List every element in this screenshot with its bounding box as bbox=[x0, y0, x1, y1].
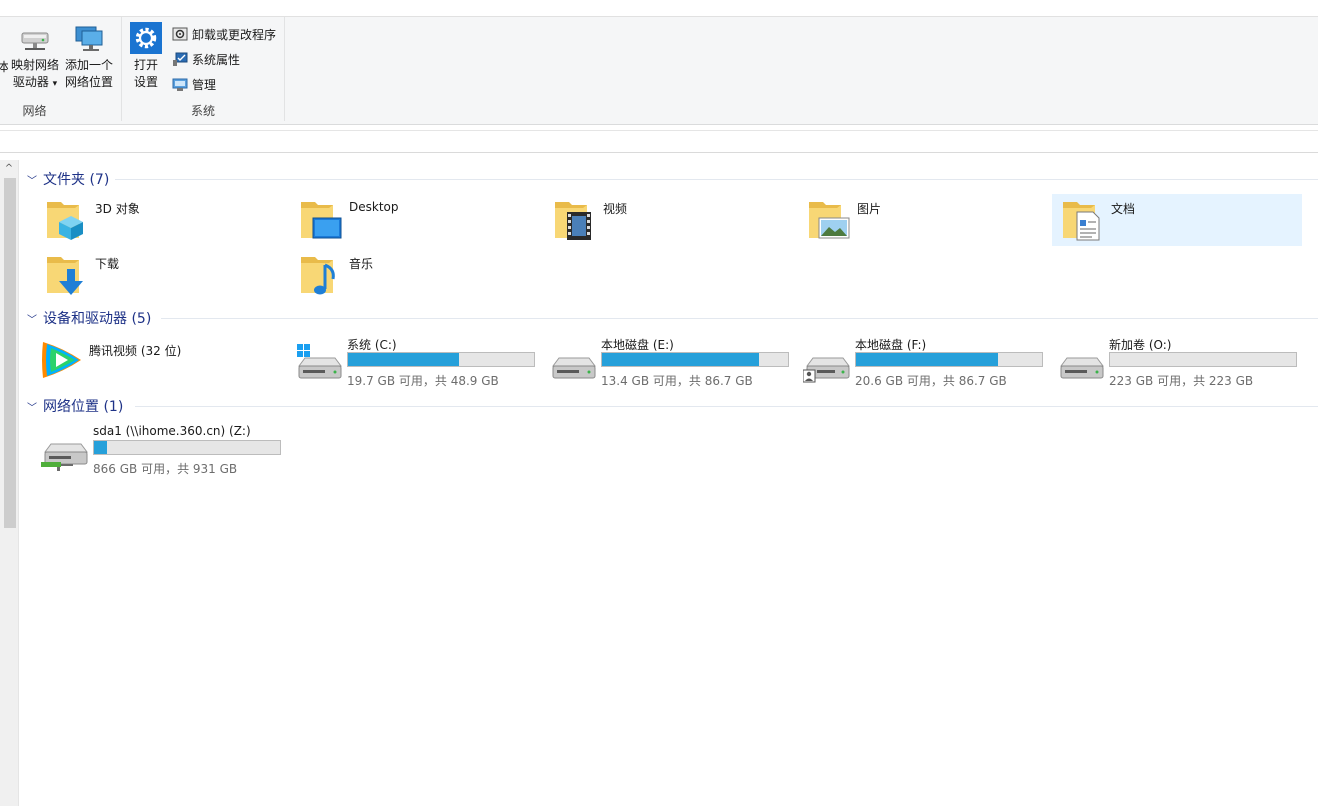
hard-drive-icon bbox=[1060, 357, 1104, 379]
drive-item-tencent-video[interactable]: 腾讯视频 (32 位) bbox=[37, 336, 291, 388]
music-folder-icon bbox=[297, 249, 345, 297]
folder-label: 音乐 bbox=[349, 257, 374, 271]
ribbon-group-system: 打开 设置 卸载或更改程序 系统属性 管理 系统 bbox=[122, 17, 285, 121]
hard-drive-user-icon bbox=[803, 357, 850, 383]
system-properties-icon bbox=[173, 52, 188, 66]
open-settings-line1: 打开 bbox=[133, 58, 158, 72]
drive-usage-fill bbox=[856, 353, 998, 366]
downloads-folder-icon bbox=[43, 249, 91, 297]
gear-icon bbox=[130, 22, 162, 54]
scroll-up-icon[interactable]: ^ bbox=[3, 163, 15, 175]
system-properties-button[interactable]: 系统属性 bbox=[172, 48, 240, 70]
pictures-folder-icon bbox=[805, 194, 853, 242]
hard-drive-icon bbox=[552, 357, 596, 379]
add-network-location-button[interactable]: 添加一个 网络位置 bbox=[62, 21, 116, 91]
ribbon-cut-label: 本 bbox=[0, 60, 8, 74]
drive-usage-bar bbox=[347, 352, 535, 367]
network-drive-icon bbox=[41, 443, 88, 471]
manage-icon bbox=[172, 78, 188, 91]
network-location-icon bbox=[75, 26, 103, 51]
drive-item-c[interactable]: 系统 (C:) 19.7 GB 可用，共 48.9 GB bbox=[295, 336, 549, 388]
address-bar-area bbox=[0, 125, 1318, 153]
map-drive-line1: 映射网络 bbox=[10, 58, 59, 72]
drive-usage-bar bbox=[601, 352, 789, 367]
chevron-down-icon[interactable]: ﹀ bbox=[27, 311, 41, 326]
drive-usage-bar bbox=[1109, 352, 1297, 367]
documents-folder-icon bbox=[1059, 194, 1107, 242]
chevron-down-icon: ▾ bbox=[52, 79, 58, 89]
manage-button[interactable]: 管理 bbox=[172, 73, 216, 95]
windows-drive-icon bbox=[297, 344, 342, 379]
open-settings-line2: 设置 bbox=[133, 75, 158, 89]
folder-label: 文档 bbox=[1111, 202, 1136, 216]
uninstall-icon bbox=[172, 27, 188, 41]
folder-label: 下载 bbox=[95, 257, 120, 271]
open-settings-button[interactable]: 打开 设置 bbox=[128, 21, 164, 91]
network-drive-item-z[interactable]: sda1 (\\ihome.360.cn) (Z:) 866 GB 可用，共 9… bbox=[41, 424, 295, 476]
folder-item-videos[interactable]: 视频 bbox=[551, 194, 801, 246]
chevron-down-icon[interactable]: ﹀ bbox=[27, 172, 41, 187]
section-folders[interactable]: ﹀ 文件夹 (7) bbox=[27, 169, 109, 189]
add-location-line1: 添加一个 bbox=[64, 58, 113, 72]
section-network-locations[interactable]: ﹀ 网络位置 (1) bbox=[27, 396, 123, 416]
drive-name: 新加卷 (O:) bbox=[1109, 338, 1172, 352]
map-drive-line2: 驱动器 ▾ bbox=[12, 75, 58, 89]
drive-free-space: 866 GB 可用，共 931 GB bbox=[93, 462, 238, 476]
ribbon: 本 映射网络 驱动器 ▾ 添加一个 网络位置 网络 打开 设置 卸载或更改程序 … bbox=[0, 17, 1318, 125]
desktop-folder-icon bbox=[297, 194, 345, 242]
ribbon-group-label-system: 系统 bbox=[190, 104, 215, 118]
tencent-video-icon bbox=[37, 336, 85, 384]
drive-usage-bar bbox=[855, 352, 1043, 367]
drive-free-space: 20.6 GB 可用，共 86.7 GB bbox=[855, 374, 1007, 388]
scroll-thumb[interactable] bbox=[4, 178, 16, 528]
drive-free-space: 223 GB 可用，共 223 GB bbox=[1109, 374, 1254, 388]
folder-label: 3D 对象 bbox=[95, 202, 140, 216]
drive-label: 腾讯视频 (32 位) bbox=[89, 344, 182, 358]
folder-label: 图片 bbox=[857, 202, 882, 216]
folder-label: Desktop bbox=[349, 200, 399, 214]
drive-item-o[interactable]: 新加卷 (O:) 223 GB 可用，共 223 GB bbox=[1057, 336, 1311, 388]
drive-usage-fill bbox=[348, 353, 460, 366]
navigation-pane-scrollbar[interactable]: ^ bbox=[0, 160, 19, 806]
folder-label: 视频 bbox=[603, 202, 628, 216]
drive-free-space: 13.4 GB 可用，共 86.7 GB bbox=[601, 374, 753, 388]
3d-objects-folder-icon bbox=[43, 194, 91, 242]
ribbon-group-network: 本 映射网络 驱动器 ▾ 添加一个 网络位置 网络 bbox=[0, 17, 122, 121]
title-bar-strip bbox=[0, 0, 1318, 17]
folder-item-documents[interactable]: 文档 bbox=[1052, 194, 1302, 246]
videos-folder-icon bbox=[551, 194, 599, 242]
map-network-drive-button[interactable]: 映射网络 驱动器 ▾ bbox=[10, 21, 60, 93]
section-devices-drives[interactable]: ﹀ 设备和驱动器 (5) bbox=[27, 308, 151, 328]
drive-name: sda1 (\\ihome.360.cn) (Z:) bbox=[93, 424, 251, 438]
add-location-line2: 网络位置 bbox=[64, 75, 113, 89]
drive-usage-bar bbox=[93, 440, 281, 455]
content-pane: ﹀ 文件夹 (7) 3D 对象 Desktop 视频 图片 文档 下载 音乐 ﹀… bbox=[19, 160, 1318, 806]
uninstall-programs-button[interactable]: 卸载或更改程序 bbox=[172, 23, 276, 45]
drive-item-e[interactable]: 本地磁盘 (E:) 13.4 GB 可用，共 86.7 GB bbox=[549, 336, 803, 388]
folder-item-desktop[interactable]: Desktop bbox=[297, 194, 547, 246]
drive-name: 系统 (C:) bbox=[347, 338, 397, 352]
network-drive-icon bbox=[21, 32, 49, 50]
drive-usage-fill bbox=[602, 353, 760, 366]
folder-item-downloads[interactable]: 下载 bbox=[43, 249, 293, 301]
drive-name: 本地磁盘 (F:) bbox=[855, 338, 927, 352]
drive-name: 本地磁盘 (E:) bbox=[601, 338, 674, 352]
folder-item-pictures[interactable]: 图片 bbox=[805, 194, 1055, 246]
folder-item-3d-objects[interactable]: 3D 对象 bbox=[43, 194, 293, 246]
chevron-down-icon[interactable]: ﹀ bbox=[27, 399, 41, 414]
ribbon-group-label-network: 网络 bbox=[22, 104, 47, 118]
drive-item-f[interactable]: 本地磁盘 (F:) 20.6 GB 可用，共 86.7 GB bbox=[803, 336, 1057, 388]
drive-free-space: 19.7 GB 可用，共 48.9 GB bbox=[347, 374, 499, 388]
drive-usage-fill bbox=[94, 441, 108, 454]
folder-item-music[interactable]: 音乐 bbox=[297, 249, 547, 301]
